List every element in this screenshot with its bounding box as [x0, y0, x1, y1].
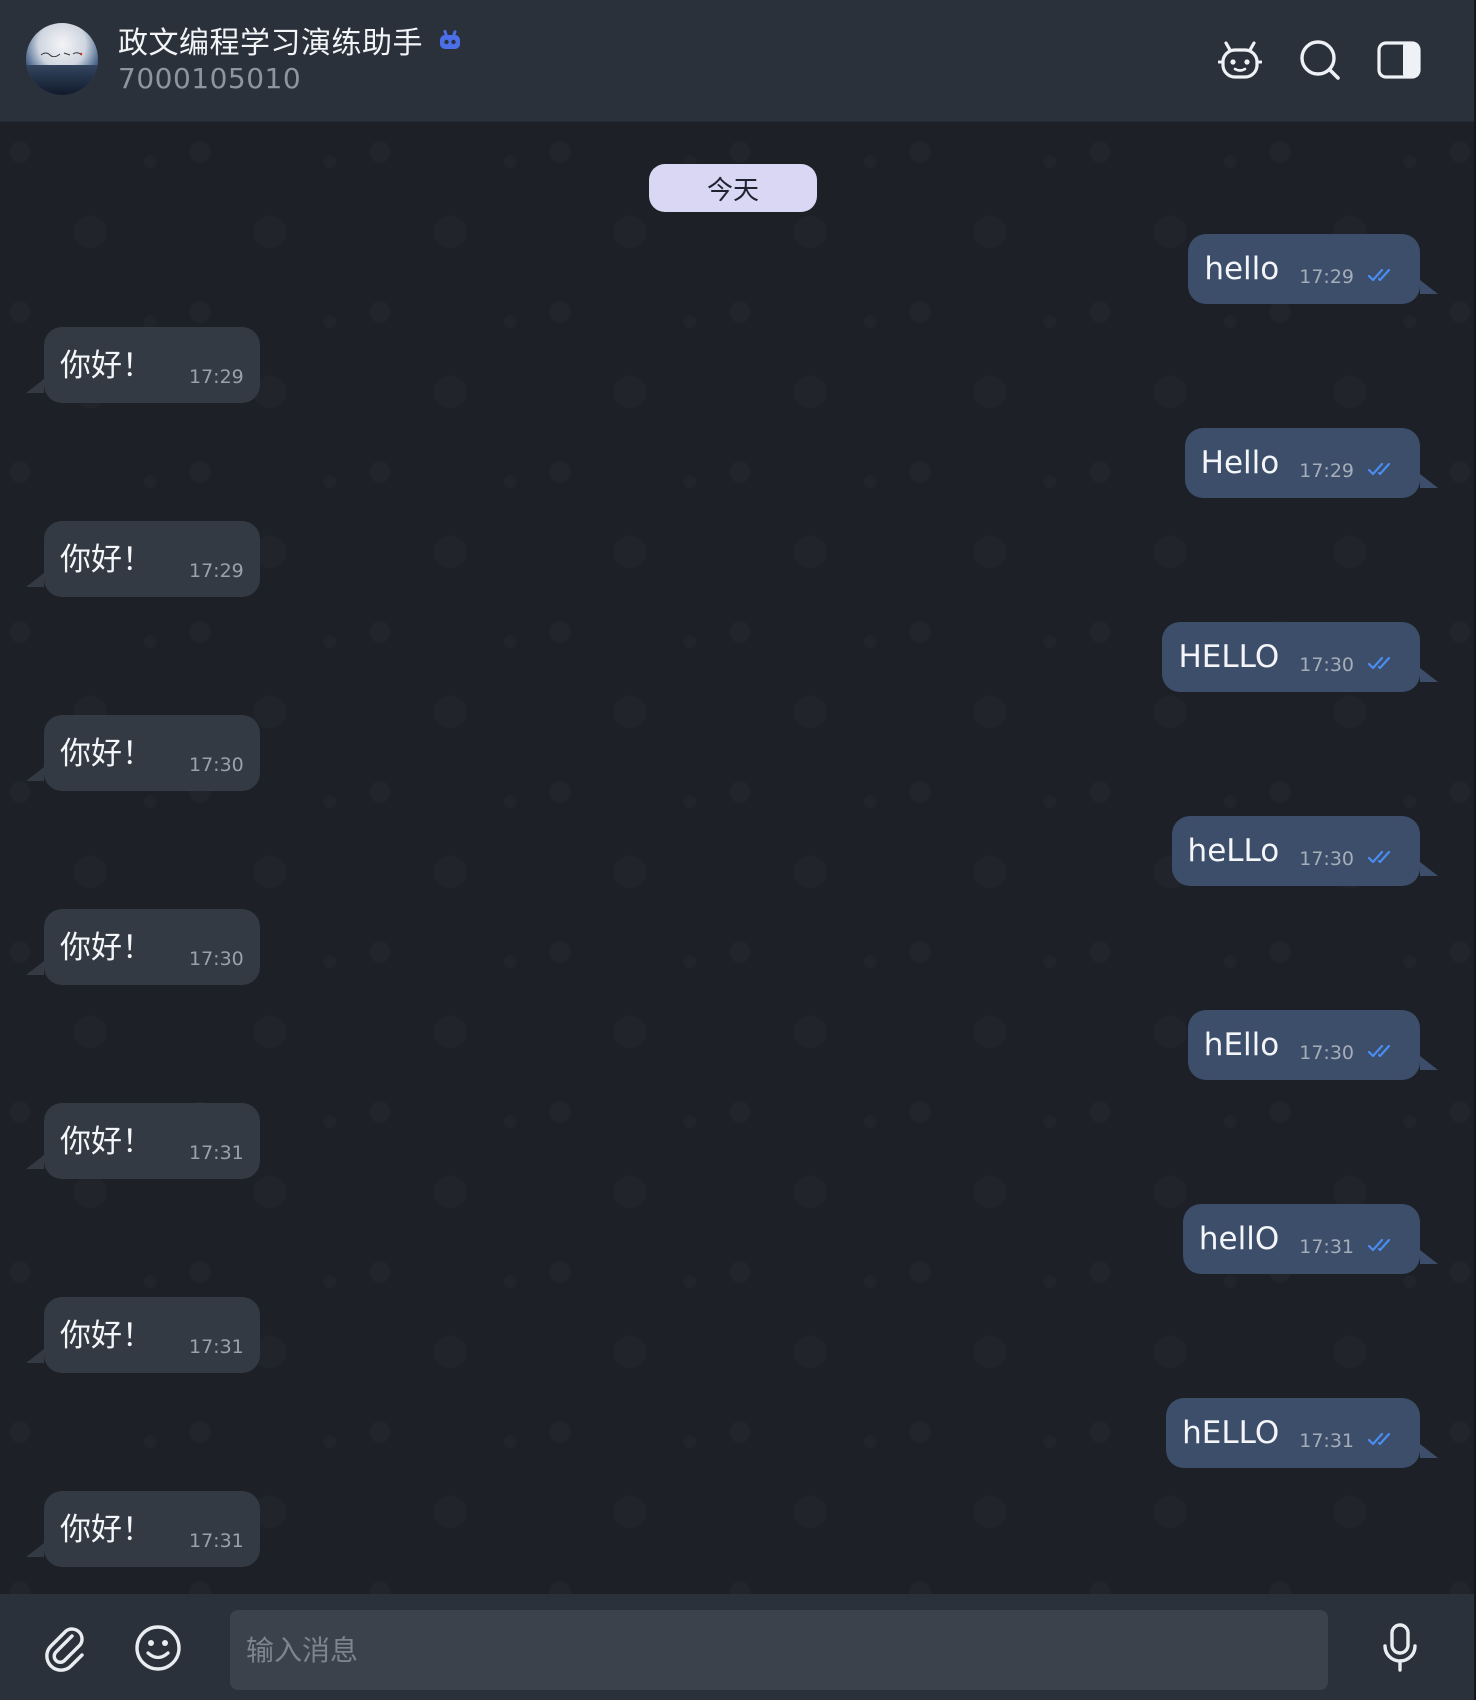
sidebar-toggle-button[interactable]: [1373, 34, 1425, 86]
message-text: hello: [1204, 251, 1280, 287]
bubble-tail: [1420, 1056, 1438, 1070]
read-receipt-icon: [1368, 656, 1391, 670]
read-receipt-icon: [1368, 1432, 1391, 1446]
message-text: Hello: [1200, 445, 1280, 481]
chat-title: 政文编程学习演练助手: [118, 26, 423, 61]
outgoing-message[interactable]: heLLo 17:30: [1171, 816, 1438, 886]
incoming-message[interactable]: 你好！ 17:30: [26, 909, 260, 985]
sidebar-icon: [1377, 41, 1421, 79]
voice-record-button[interactable]: [1372, 1620, 1428, 1676]
bubble-tail: [1420, 668, 1438, 682]
bubble-tail: [26, 1155, 44, 1169]
message-text: 你好！: [60, 1317, 153, 1354]
message-time: 17:30: [1299, 1042, 1354, 1064]
message-list[interactable]: 今天 hello 17:29 你好！ 17:29 Hello 17:29 你好！ 17:29 H…: [0, 122, 1474, 1594]
incoming-message[interactable]: 你好！ 17:30: [26, 715, 260, 791]
incoming-message[interactable]: 你好！ 17:29: [26, 521, 260, 597]
message-time: 17:31: [1299, 1236, 1354, 1258]
bubble-tail: [26, 1349, 44, 1363]
message-time: 17:31: [1299, 1430, 1354, 1452]
date-separator: 今天: [649, 164, 817, 212]
chat-avatar[interactable]: [26, 23, 98, 95]
bubble-tail: [26, 1543, 44, 1557]
bot-menu-button[interactable]: [1214, 34, 1266, 86]
search-icon: [1300, 40, 1340, 80]
outgoing-message[interactable]: hEllo 17:30: [1187, 1010, 1438, 1080]
read-receipt-icon: [1368, 850, 1391, 864]
bot-icon: [440, 29, 460, 49]
message-text: 你好！: [60, 1511, 153, 1548]
message-time: 17:31: [189, 1530, 244, 1552]
message-text: 你好！: [60, 735, 153, 772]
message-text: hellO: [1198, 1221, 1280, 1257]
attach-button[interactable]: [38, 1620, 94, 1676]
bubble-tail: [26, 573, 44, 587]
incoming-message[interactable]: 你好！ 17:31: [26, 1297, 260, 1373]
incoming-message[interactable]: 你好！ 17:31: [26, 1491, 260, 1567]
bubble-tail: [1420, 862, 1438, 876]
message-input[interactable]: [230, 1610, 1328, 1690]
avatar-calligraphy: [40, 52, 83, 57]
paperclip-icon: [45, 1627, 84, 1672]
message-time: 17:31: [189, 1336, 244, 1358]
read-receipt-icon: [1368, 462, 1391, 476]
outgoing-message[interactable]: HELLO 17:30: [1162, 622, 1438, 692]
bot-face-icon: [1218, 41, 1262, 79]
search-button[interactable]: [1294, 34, 1346, 86]
incoming-message[interactable]: 你好！ 17:29: [26, 327, 260, 403]
message-text: HELLO: [1178, 639, 1280, 675]
chat-title-row: 政文编程学习演练助手: [118, 18, 463, 62]
microphone-icon: [1383, 1623, 1417, 1672]
bubble-tail: [26, 961, 44, 975]
message-time: 17:30: [1299, 654, 1354, 676]
message-text: heLLo: [1187, 833, 1280, 869]
read-receipt-icon: [1368, 268, 1391, 282]
message-text: 你好！: [60, 929, 153, 966]
chat-subtitle: 7000105010: [118, 62, 302, 95]
bubble-tail: [1420, 280, 1438, 294]
chat-header: 政文编程学习演练助手 7000105010: [0, 0, 1476, 122]
outgoing-message[interactable]: Hello 17:29: [1184, 428, 1438, 498]
message-time: 17:29: [1299, 266, 1354, 288]
incoming-message[interactable]: 你好！ 17:31: [26, 1103, 260, 1179]
message-time: 17:31: [189, 1142, 244, 1164]
bubble-tail: [1420, 1250, 1438, 1264]
message-text: 你好！: [60, 541, 153, 578]
read-receipt-icon: [1368, 1238, 1391, 1252]
bubble-tail: [26, 767, 44, 781]
bubble-tail: [1420, 474, 1438, 488]
message-time: 17:29: [1299, 460, 1354, 482]
message-text: hEllo: [1203, 1027, 1280, 1063]
message-time: 17:30: [1299, 848, 1354, 870]
outgoing-message[interactable]: hellO 17:31: [1182, 1204, 1438, 1274]
message-text: hELLO: [1182, 1415, 1280, 1451]
message-time: 17:29: [189, 560, 244, 582]
message-composer: [0, 1594, 1474, 1700]
message-text: 你好！: [60, 1123, 153, 1160]
bubble-tail: [1420, 1444, 1438, 1458]
outgoing-message[interactable]: hELLO 17:31: [1166, 1398, 1438, 1468]
message-text: 你好！: [60, 347, 153, 384]
emoji-button[interactable]: [130, 1620, 186, 1676]
message-time: 17:29: [189, 366, 244, 388]
outgoing-message[interactable]: hello 17:29: [1188, 234, 1438, 304]
message-time: 17:30: [189, 754, 244, 776]
message-time: 17:30: [189, 948, 244, 970]
bubble-tail: [26, 379, 44, 393]
emoji-icon: [135, 1625, 181, 1671]
read-receipt-icon: [1368, 1044, 1391, 1058]
